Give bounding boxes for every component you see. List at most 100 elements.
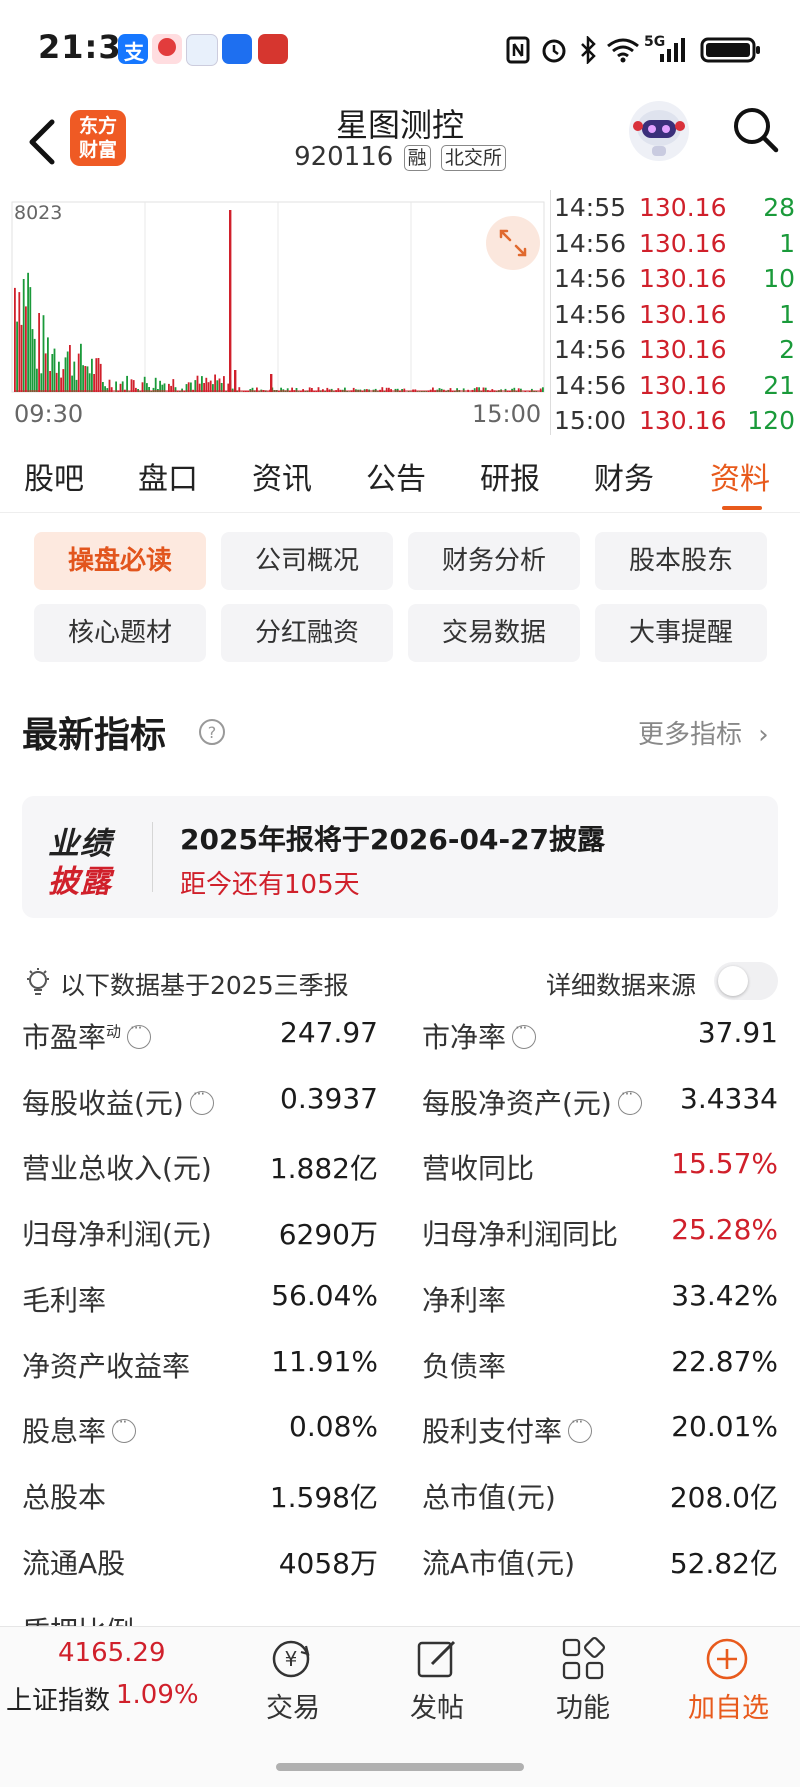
home-indicator bbox=[276, 1763, 524, 1771]
volume-bar bbox=[201, 376, 203, 392]
volume-bar bbox=[36, 369, 38, 392]
tab-news[interactable]: 资讯 bbox=[252, 454, 312, 498]
post-icon[interactable] bbox=[414, 1636, 460, 1682]
volume-bar bbox=[397, 389, 399, 392]
info-icon[interactable] bbox=[127, 1025, 151, 1049]
volume-bar bbox=[441, 389, 443, 392]
nav-functions[interactable]: 功能 bbox=[556, 1686, 610, 1725]
info-icon[interactable] bbox=[512, 1025, 536, 1049]
subtab-shareholders[interactable]: 股本股东 bbox=[595, 532, 767, 590]
tick-row: 14:56 130.16 2 bbox=[551, 332, 799, 368]
tick-row: 14:56 130.16 1 bbox=[551, 297, 799, 333]
volume-bar bbox=[14, 288, 16, 392]
back-button[interactable] bbox=[18, 112, 68, 172]
volume-bar bbox=[535, 392, 537, 393]
volume-bar bbox=[47, 337, 49, 392]
volume-bar bbox=[25, 306, 27, 392]
volume-bar bbox=[133, 380, 135, 392]
add-watchlist-icon[interactable] bbox=[704, 1636, 750, 1682]
help-icon[interactable]: ? bbox=[198, 718, 226, 746]
metric-label: 流通A股 bbox=[22, 1542, 125, 1582]
tick-row: 15:00 130.16 120 bbox=[551, 403, 799, 439]
bank-app-icon bbox=[258, 34, 288, 64]
metric-value: 37.91 bbox=[698, 1016, 778, 1049]
intraday-volume-chart[interactable] bbox=[10, 200, 546, 435]
nav-post[interactable]: 发帖 bbox=[410, 1686, 464, 1725]
bluetooth-icon bbox=[578, 36, 598, 64]
volume-bar bbox=[331, 389, 333, 392]
index-name[interactable]: 上证指数 bbox=[6, 1680, 110, 1717]
metric-label: 总股本 bbox=[22, 1476, 106, 1516]
metric-label: 每股收益(元) bbox=[22, 1082, 214, 1122]
tab-announcements[interactable]: 公告 bbox=[366, 454, 426, 498]
info-icon[interactable] bbox=[112, 1419, 136, 1443]
tick-volume: 120 bbox=[747, 403, 795, 439]
volume-bar bbox=[234, 370, 236, 392]
metric-label: 每股净资产(元) bbox=[422, 1082, 642, 1122]
metric-label: 归母净利润同比 bbox=[422, 1213, 618, 1253]
metric-label: 毛利率 bbox=[22, 1279, 106, 1319]
volume-bar bbox=[65, 357, 67, 392]
subtab-event-reminders[interactable]: 大事提醒 bbox=[595, 604, 767, 662]
trade-icon[interactable]: ¥ bbox=[268, 1636, 314, 1682]
more-indicators-link[interactable]: 更多指标 › bbox=[638, 714, 769, 751]
chart-max-volume: 8023 bbox=[14, 202, 62, 224]
volume-bar bbox=[78, 354, 80, 392]
metric-value: 33.42% bbox=[671, 1279, 778, 1312]
tick-row: 14:56 130.16 10 bbox=[551, 261, 799, 297]
index-value[interactable]: 4165.29 bbox=[58, 1638, 166, 1668]
info-icon[interactable] bbox=[618, 1091, 642, 1115]
volume-bar bbox=[270, 374, 272, 392]
metric-label: 总市值(元) bbox=[422, 1476, 556, 1516]
chart-end-time: 15:00 bbox=[472, 400, 541, 428]
nav-trade[interactable]: 交易 bbox=[266, 1686, 320, 1725]
stock-name: 星图测控 bbox=[250, 100, 550, 146]
subtab-trading-data[interactable]: 交易数据 bbox=[408, 604, 580, 662]
info-icon[interactable] bbox=[190, 1091, 214, 1115]
volume-bar bbox=[155, 378, 157, 392]
subtab-financial-analysis[interactable]: 财务分析 bbox=[408, 532, 580, 590]
metric-label: 净利率 bbox=[422, 1279, 506, 1319]
subtab-company-overview[interactable]: 公司概况 bbox=[221, 532, 393, 590]
tab-finance[interactable]: 财务 bbox=[594, 454, 654, 498]
metric-value: 15.57% bbox=[671, 1147, 778, 1180]
volume-bar bbox=[109, 380, 111, 392]
subtab-trading-essentials[interactable]: 操盘必读 bbox=[34, 532, 206, 590]
signal-icon bbox=[646, 36, 686, 64]
volume-bar bbox=[454, 392, 456, 393]
tick-volume: 1 bbox=[779, 297, 795, 333]
chart-start-time: 09:30 bbox=[14, 400, 83, 428]
metric-label: 营业总收入(元) bbox=[22, 1147, 212, 1187]
subtab-dividends-financing[interactable]: 分红融资 bbox=[221, 604, 393, 662]
tab-research[interactable]: 研报 bbox=[480, 454, 540, 498]
volume-bar bbox=[144, 377, 146, 392]
app-notification-icon-2 bbox=[186, 34, 218, 66]
app-logo: 东方 财富 bbox=[70, 110, 126, 166]
tick-price: 130.16 bbox=[639, 332, 726, 368]
tab-pankou[interactable]: 盘口 bbox=[138, 454, 198, 498]
volume-bar bbox=[69, 345, 71, 392]
metric-value: 208.0亿 bbox=[670, 1476, 778, 1516]
volume-bar bbox=[58, 362, 60, 392]
info-icon[interactable] bbox=[568, 1419, 592, 1443]
volume-bar bbox=[91, 359, 93, 392]
apps-icon[interactable] bbox=[560, 1636, 606, 1682]
wifi-icon bbox=[606, 36, 640, 64]
tab-profile[interactable]: 资料 bbox=[710, 454, 770, 498]
robot-assistant-icon[interactable] bbox=[626, 98, 692, 164]
expand-chart-button[interactable] bbox=[486, 216, 540, 270]
tick-price: 130.16 bbox=[639, 368, 726, 404]
active-tab-indicator bbox=[722, 506, 762, 510]
volume-bar bbox=[87, 366, 89, 392]
tab-guba[interactable]: 股吧 bbox=[24, 454, 84, 498]
margin-tag: 融 bbox=[404, 145, 431, 171]
subtab-core-themes[interactable]: 核心题材 bbox=[34, 604, 206, 662]
tick-volume: 1 bbox=[779, 226, 795, 262]
search-icon[interactable] bbox=[730, 104, 782, 156]
nav-add-watchlist[interactable]: 加自选 bbox=[688, 1686, 769, 1725]
metric-value: 11.91% bbox=[271, 1345, 378, 1378]
volume-bar bbox=[60, 378, 62, 392]
metric-label: 股息率 bbox=[22, 1410, 136, 1450]
volume-bar bbox=[84, 366, 86, 392]
volume-bar bbox=[425, 392, 427, 393]
